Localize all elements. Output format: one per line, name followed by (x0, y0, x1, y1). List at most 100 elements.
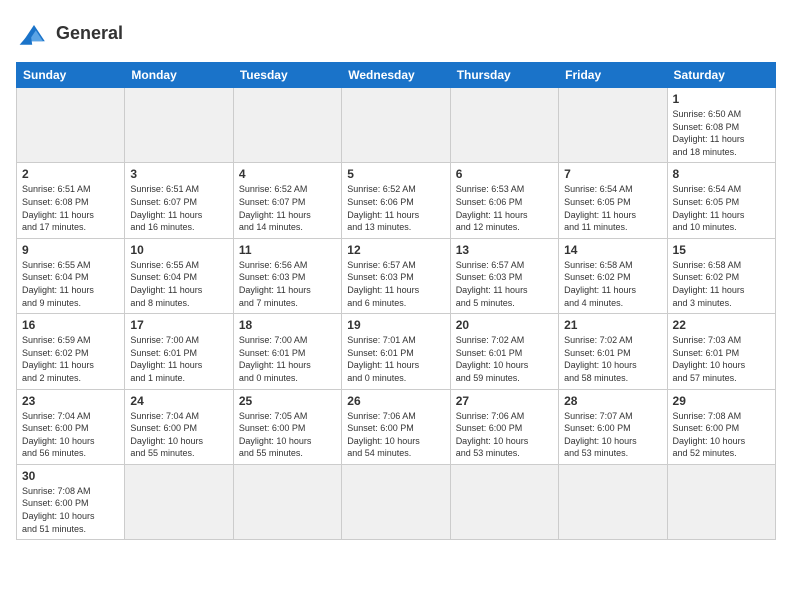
day-number: 9 (22, 243, 119, 257)
day-number: 15 (673, 243, 770, 257)
day-info: Sunrise: 6:54 AMSunset: 6:05 PMDaylight:… (564, 183, 661, 233)
calendar-cell: 2 Sunrise: 6:51 AMSunset: 6:08 PMDaylight… (17, 163, 125, 238)
calendar-cell: 17 Sunrise: 7:00 AMSunset: 6:01 PMDayligh… (125, 314, 233, 389)
day-info: Sunrise: 7:04 AMSunset: 6:00 PMDaylight:… (22, 410, 119, 460)
day-number: 8 (673, 167, 770, 181)
calendar-cell (450, 88, 558, 163)
weekday-header: Tuesday (233, 63, 341, 88)
calendar-cell: 26 Sunrise: 7:06 AMSunset: 6:00 PMDayligh… (342, 389, 450, 464)
day-info: Sunrise: 6:57 AMSunset: 6:03 PMDaylight:… (347, 259, 444, 309)
day-number: 19 (347, 318, 444, 332)
day-info: Sunrise: 7:04 AMSunset: 6:00 PMDaylight:… (130, 410, 227, 460)
day-number: 27 (456, 394, 553, 408)
day-info: Sunrise: 7:06 AMSunset: 6:00 PMDaylight:… (347, 410, 444, 460)
page: General SundayMondayTuesdayWednesdayThur… (0, 0, 792, 612)
day-number: 17 (130, 318, 227, 332)
calendar-cell: 23 Sunrise: 7:04 AMSunset: 6:00 PMDayligh… (17, 389, 125, 464)
day-number: 3 (130, 167, 227, 181)
calendar-cell: 25Sunrise: 7:05 AMSunset: 6:00 PMDayligh… (233, 389, 341, 464)
calendar-cell: 11 Sunrise: 6:56 AMSunset: 6:03 PMDayligh… (233, 238, 341, 313)
header: General (16, 16, 776, 52)
calendar-table: SundayMondayTuesdayWednesdayThursdayFrid… (16, 62, 776, 540)
day-info: Sunrise: 7:00 AMSunset: 6:01 PMDaylight:… (130, 334, 227, 384)
day-info: Sunrise: 6:56 AMSunset: 6:03 PMDaylight:… (239, 259, 336, 309)
day-number: 24 (130, 394, 227, 408)
day-info: Sunrise: 7:02 AMSunset: 6:01 PMDaylight:… (564, 334, 661, 384)
day-number: 4 (239, 167, 336, 181)
day-number: 20 (456, 318, 553, 332)
calendar-cell: 19 Sunrise: 7:01 AMSunset: 6:01 PMDayligh… (342, 314, 450, 389)
logo-icon (16, 16, 52, 52)
calendar-header-row: SundayMondayTuesdayWednesdayThursdayFrid… (17, 63, 776, 88)
calendar-cell: 12 Sunrise: 6:57 AMSunset: 6:03 PMDayligh… (342, 238, 450, 313)
day-number: 13 (456, 243, 553, 257)
day-number: 2 (22, 167, 119, 181)
calendar-cell (559, 464, 667, 539)
calendar-cell: 27 Sunrise: 7:06 AMSunset: 6:00 PMDayligh… (450, 389, 558, 464)
day-info: Sunrise: 6:57 AMSunset: 6:03 PMDaylight:… (456, 259, 553, 309)
calendar-cell: 16 Sunrise: 6:59 AMSunset: 6:02 PMDayligh… (17, 314, 125, 389)
day-info: Sunrise: 6:58 AMSunset: 6:02 PMDaylight:… (673, 259, 770, 309)
day-number: 21 (564, 318, 661, 332)
logo-text: General (56, 24, 123, 44)
day-number: 10 (130, 243, 227, 257)
day-info: Sunrise: 7:08 AMSunset: 6:00 PMDaylight:… (22, 485, 119, 535)
day-number: 1 (673, 92, 770, 106)
calendar-cell: 15 Sunrise: 6:58 AMSunset: 6:02 PMDayligh… (667, 238, 775, 313)
calendar-cell: 18Sunrise: 7:00 AMSunset: 6:01 PMDayligh… (233, 314, 341, 389)
weekday-header: Saturday (667, 63, 775, 88)
calendar-cell: 13 Sunrise: 6:57 AMSunset: 6:03 PMDayligh… (450, 238, 558, 313)
day-number: 12 (347, 243, 444, 257)
calendar-cell: 21 Sunrise: 7:02 AMSunset: 6:01 PMDayligh… (559, 314, 667, 389)
day-info: Sunrise: 6:55 AMSunset: 6:04 PMDaylight:… (130, 259, 227, 309)
day-number: 5 (347, 167, 444, 181)
calendar-cell (667, 464, 775, 539)
calendar-cell: 4 Sunrise: 6:52 AMSunset: 6:07 PMDaylight… (233, 163, 341, 238)
day-number: 26 (347, 394, 444, 408)
day-info: Sunrise: 6:51 AMSunset: 6:07 PMDaylight:… (130, 183, 227, 233)
calendar-cell: 10 Sunrise: 6:55 AMSunset: 6:04 PMDayligh… (125, 238, 233, 313)
weekday-header: Sunday (17, 63, 125, 88)
calendar-week-row: 23 Sunrise: 7:04 AMSunset: 6:00 PMDayligh… (17, 389, 776, 464)
day-info: Sunrise: 7:06 AMSunset: 6:00 PMDaylight:… (456, 410, 553, 460)
day-number: 16 (22, 318, 119, 332)
calendar-cell: 6Sunrise: 6:53 AMSunset: 6:06 PMDaylight… (450, 163, 558, 238)
weekday-header: Thursday (450, 63, 558, 88)
calendar-cell: 9 Sunrise: 6:55 AMSunset: 6:04 PMDaylight… (17, 238, 125, 313)
calendar-week-row: 9 Sunrise: 6:55 AMSunset: 6:04 PMDaylight… (17, 238, 776, 313)
day-info: Sunrise: 6:50 AMSunset: 6:08 PMDaylight:… (673, 108, 770, 158)
calendar-cell: 24 Sunrise: 7:04 AMSunset: 6:00 PMDayligh… (125, 389, 233, 464)
day-info: Sunrise: 6:59 AMSunset: 6:02 PMDaylight:… (22, 334, 119, 384)
day-number: 22 (673, 318, 770, 332)
calendar-cell (17, 88, 125, 163)
calendar-cell: 30 Sunrise: 7:08 AMSunset: 6:00 PMDayligh… (17, 464, 125, 539)
day-info: Sunrise: 7:07 AMSunset: 6:00 PMDaylight:… (564, 410, 661, 460)
day-info: Sunrise: 6:52 AMSunset: 6:07 PMDaylight:… (239, 183, 336, 233)
day-number: 30 (22, 469, 119, 483)
day-number: 29 (673, 394, 770, 408)
day-number: 23 (22, 394, 119, 408)
calendar-cell: 5 Sunrise: 6:52 AMSunset: 6:06 PMDaylight… (342, 163, 450, 238)
weekday-header: Friday (559, 63, 667, 88)
day-number: 14 (564, 243, 661, 257)
calendar-cell (233, 88, 341, 163)
day-info: Sunrise: 6:51 AMSunset: 6:08 PMDaylight:… (22, 183, 119, 233)
day-info: Sunrise: 6:58 AMSunset: 6:02 PMDaylight:… (564, 259, 661, 309)
weekday-header: Monday (125, 63, 233, 88)
calendar-cell (125, 464, 233, 539)
calendar-cell (450, 464, 558, 539)
calendar-week-row: 1 Sunrise: 6:50 AMSunset: 6:08 PMDaylight… (17, 88, 776, 163)
calendar-cell: 3 Sunrise: 6:51 AMSunset: 6:07 PMDaylight… (125, 163, 233, 238)
calendar-cell: 20 Sunrise: 7:02 AMSunset: 6:01 PMDayligh… (450, 314, 558, 389)
day-number: 11 (239, 243, 336, 257)
day-info: Sunrise: 6:55 AMSunset: 6:04 PMDaylight:… (22, 259, 119, 309)
day-info: Sunrise: 7:02 AMSunset: 6:01 PMDaylight:… (456, 334, 553, 384)
calendar-cell (233, 464, 341, 539)
day-number: 28 (564, 394, 661, 408)
day-info: Sunrise: 7:08 AMSunset: 6:00 PMDaylight:… (673, 410, 770, 460)
calendar-cell: 22Sunrise: 7:03 AMSunset: 6:01 PMDayligh… (667, 314, 775, 389)
weekday-header: Wednesday (342, 63, 450, 88)
calendar-cell (342, 88, 450, 163)
day-info: Sunrise: 7:01 AMSunset: 6:01 PMDaylight:… (347, 334, 444, 384)
day-info: Sunrise: 6:52 AMSunset: 6:06 PMDaylight:… (347, 183, 444, 233)
